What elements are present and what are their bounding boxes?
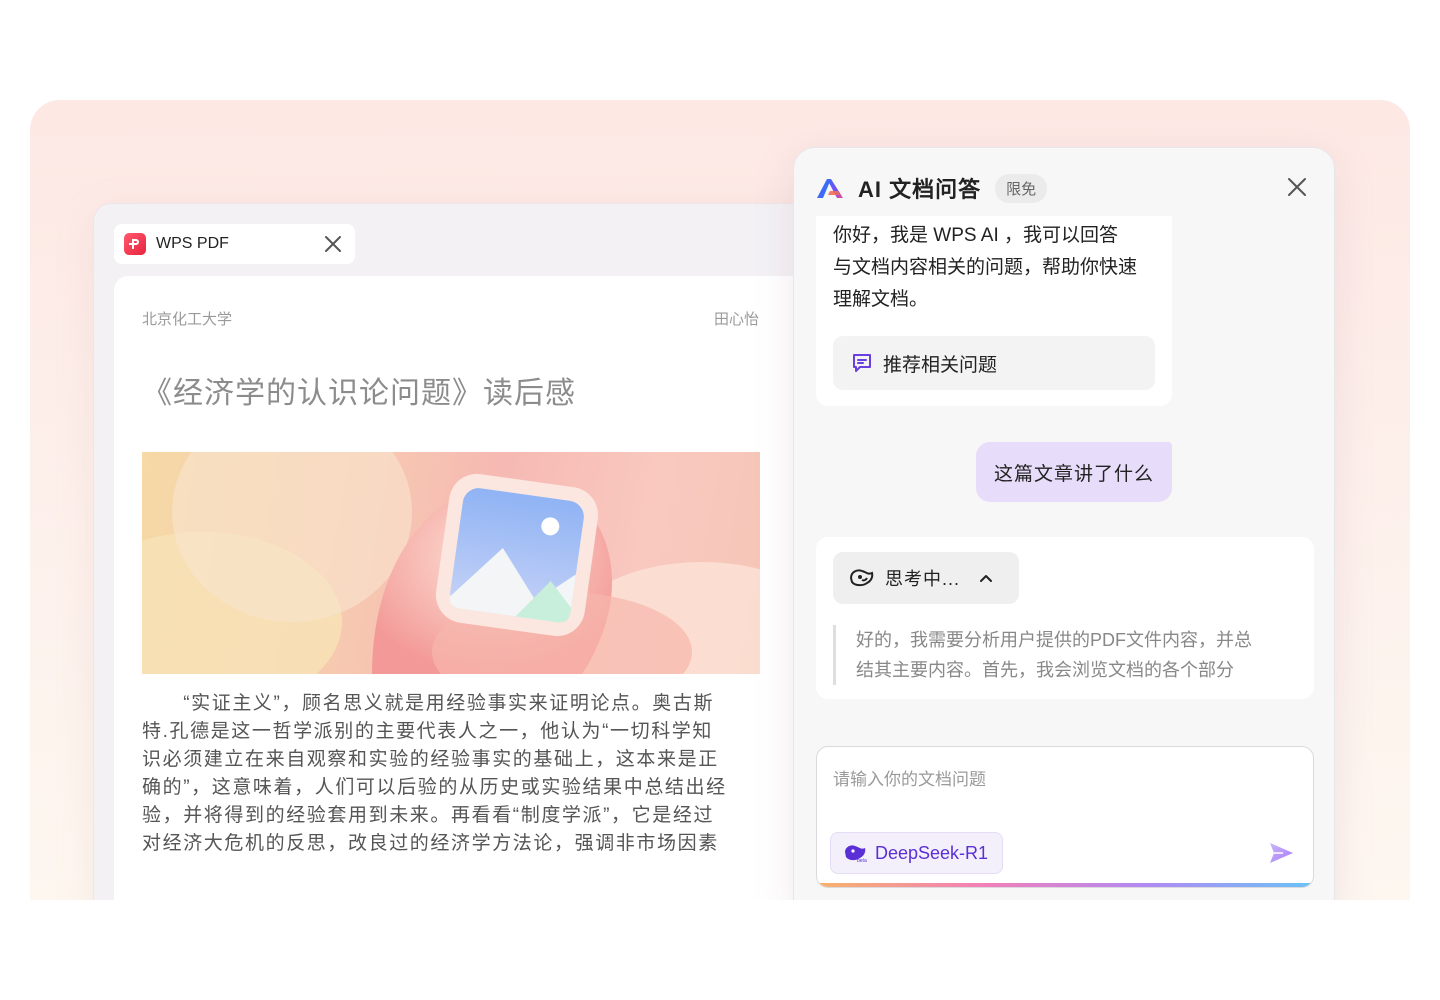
body-line: “实证主义”，顾名思义就是用经验事实来证明论点。奥古斯 — [142, 693, 715, 714]
body-line: 对经济大危机的反思，改良过的经济学方法论，强调非市场因素 — [142, 833, 719, 854]
model-tag: beta — [857, 858, 867, 863]
wps-pdf-logo-icon — [124, 233, 146, 255]
question-input-box: beta DeepSeek-R1 — [816, 746, 1314, 888]
body-line: 识必须建立在来自观察和实验的经验事实的基础上，这本来是正 — [142, 749, 719, 770]
thinking-toggle[interactable]: 思考中... — [833, 552, 1019, 604]
input-gradient-underline — [817, 883, 1313, 887]
close-icon[interactable] — [323, 234, 343, 254]
free-badge: 限免 — [995, 173, 1048, 203]
tab-title: WPS PDF — [156, 235, 229, 252]
model-label: DeepSeek-R1 — [875, 842, 989, 863]
thought-process: 好的，我需要分析用户提供的PDF文件内容，并总 结其主要内容。首先，我会浏览文档… — [833, 625, 1316, 685]
document-body: “实证主义”，顾名思义就是用经验事实来证明论点。奥古斯 特.孔德是这一哲学派别的… — [142, 690, 782, 858]
chevron-up-icon — [980, 575, 993, 582]
thought-line: 结其主要内容。首先，我会浏览文档的各个部分 — [856, 660, 1234, 680]
question-input[interactable] — [831, 763, 1295, 807]
body-line: 特.孔德是这一哲学派别的主要代表人之一，他认为“一切科学知 — [142, 721, 714, 742]
close-icon[interactable] — [1286, 176, 1308, 198]
panel-title: AI 文档问答 — [858, 177, 982, 202]
send-icon[interactable] — [1267, 839, 1295, 867]
user-message: 这篇文章讲了什么 — [976, 442, 1172, 502]
body-line: 验，并将得到的经验套用到未来。再看看“制度学派”，它是经过 — [142, 805, 715, 826]
ai-panel-header: AI 文档问答 限免 — [816, 172, 1048, 204]
wps-ai-logo-icon — [817, 179, 843, 198]
document-title: 《经济学的认识论问题》读后感 — [142, 377, 576, 410]
page-header-school: 北京化工大学 — [142, 311, 233, 328]
body-line: 确的”，这意味着，人们可以后验的从历史或实验结果中总结出经 — [142, 777, 727, 798]
greeting-line: 理解文档。 — [833, 289, 929, 310]
greeting-text: 你好，我是 WPS AI ，我可以回答 与文档内容相关的问题，帮助你快速 理解文… — [833, 220, 1163, 316]
document-image — [142, 452, 760, 674]
image-placeholder-icon — [142, 452, 760, 674]
pdf-page: 北京化工大学 田心怡 《经济学的认识论问题》读后感 “实证主义”，顾名思义就是用… — [114, 276, 854, 900]
greeting-line: 与文档内容相关的问题，帮助你快速 — [833, 257, 1138, 278]
background-stage: WPS PDF 北京化工大学 田心怡 《经济学的认识论问题》读后感 “实证主义”… — [30, 100, 1410, 900]
deepseek-whale-icon — [849, 569, 874, 587]
assistant-answer: 思考中... 好的，我需要分析用户提供的PDF文件内容，并总 结其主要内容。首先… — [816, 537, 1314, 699]
suggest-questions-button[interactable]: 推荐相关问题 — [833, 336, 1155, 390]
page-header-author: 田心怡 — [714, 311, 760, 328]
assistant-greeting: 你好，我是 WPS AI ，我可以回答 与文档内容相关的问题，帮助你快速 理解文… — [816, 216, 1172, 406]
thinking-label: 思考中... — [885, 569, 961, 589]
deepseek-whale-icon: beta — [845, 845, 867, 863]
chat-list-icon — [853, 354, 871, 372]
pdf-tab[interactable]: WPS PDF — [114, 224, 355, 264]
thought-line: 好的，我需要分析用户提供的PDF文件内容，并总 — [856, 630, 1252, 650]
pdf-window: WPS PDF 北京化工大学 田心怡 《经济学的认识论问题》读后感 “实证主义”… — [93, 203, 855, 900]
suggest-button-label: 推荐相关问题 — [883, 354, 998, 376]
model-selector[interactable]: beta DeepSeek-R1 — [830, 832, 1004, 874]
greeting-line: 你好，我是 WPS AI ，我可以回答 — [833, 225, 1119, 246]
ai-qa-panel: AI 文档问答 限免 你好，我是 WPS AI ，我可以回答 与文档内容相关的问… — [793, 147, 1335, 900]
